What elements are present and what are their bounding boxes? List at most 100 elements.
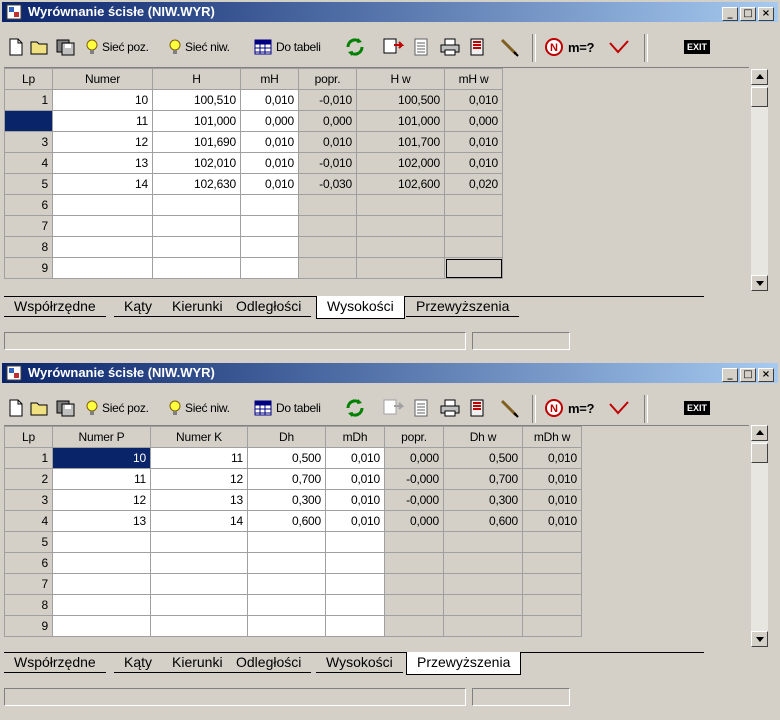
tab-5[interactable]: Przewyższenia [406,296,520,317]
north-button[interactable]: N [544,395,564,421]
north-button[interactable]: N [544,34,564,60]
row-number[interactable]: 7 [4,573,53,595]
column-header[interactable]: Lp [4,68,53,90]
grid-cell[interactable] [522,573,582,595]
siec-niw-button[interactable]: Sieć niw. [169,395,230,421]
table-row[interactable]: 8 [4,236,503,258]
grid-cell[interactable]: 0,600 [443,510,523,532]
scroll-thumb[interactable] [751,87,768,107]
do-tabeli-button[interactable]: Do tabeli [254,34,321,60]
grid-cell[interactable]: 101,690 [152,131,241,153]
column-header[interactable]: Numer P [52,426,151,448]
refresh-button[interactable] [344,395,366,421]
exit-button[interactable]: EXIT [684,395,711,421]
grid-cell[interactable]: 0,010 [325,510,385,532]
grid-cell[interactable]: 0,020 [444,173,503,195]
grid-cell[interactable]: 101,000 [152,110,241,132]
edit-button[interactable] [498,395,520,421]
maximize-button[interactable]: □ [740,7,756,21]
grid-cell[interactable]: 0,010 [240,173,299,195]
table-row[interactable]: 3 12 101,690 0,010 0,010 101,700 0,010 [4,131,503,153]
row-number[interactable]: 2 [4,468,53,490]
grid-cell[interactable]: 11 [52,468,151,490]
grid-cell[interactable] [325,594,385,616]
table-row[interactable]: 5 [4,531,582,553]
title-bar[interactable]: Wyrównanie ścisłe (NIW.WYR) _ □ × [2,2,778,22]
grid-cell[interactable] [384,594,444,616]
grid-cell[interactable]: 12 [52,489,151,511]
report-button[interactable] [470,395,484,421]
grid-cell[interactable] [443,552,523,574]
grid-cell[interactable]: 0,500 [247,447,326,469]
grid-cell[interactable] [247,573,326,595]
document-button[interactable] [414,395,428,421]
grid-cell[interactable] [52,531,151,553]
grid-cell[interactable] [298,257,357,279]
grid-cell[interactable]: 0,010 [522,510,582,532]
grid-cell[interactable]: 0,010 [444,131,503,153]
grid-cell[interactable] [152,257,241,279]
row-number[interactable]: 3 [4,131,53,153]
grid-cell[interactable] [150,573,248,595]
grid-cell[interactable] [52,615,151,637]
tab-0[interactable]: Współrzędne [4,296,106,317]
grid-cell[interactable]: 0,010 [522,447,582,469]
grid-cell[interactable]: 0,010 [522,468,582,490]
grid-cell[interactable] [152,215,241,237]
table-row[interactable]: 4 13 102,010 0,010 -0,010 102,000 0,010 [4,152,503,174]
grid-cell[interactable] [444,236,503,258]
tab-3[interactable]: Odległości [226,652,312,673]
grid-cell[interactable] [247,552,326,574]
grid-cell[interactable]: 14 [52,173,153,195]
grid-cell[interactable]: 101,700 [356,131,445,153]
table-row[interactable]: 8 [4,594,582,616]
table-row[interactable]: 2 11 101,000 0,000 0,000 101,000 0,000 [4,110,503,132]
grid-cell[interactable]: 0,010 [325,468,385,490]
grid-cell[interactable] [522,552,582,574]
grid-cell[interactable] [240,194,299,216]
table-row[interactable]: 7 [4,573,582,595]
column-header[interactable]: popr. [298,68,357,90]
grid-cell[interactable]: 11 [150,447,248,469]
tab-1[interactable]: Kąty [114,652,163,673]
export-button[interactable] [382,34,404,60]
grid-cell[interactable]: 0,010 [444,89,503,111]
grid-cell[interactable]: 12 [52,131,153,153]
export-button[interactable] [382,395,404,421]
grid-cell[interactable]: 0,000 [444,110,503,132]
grid-cell[interactable] [150,552,248,574]
table-row[interactable]: 6 [4,552,582,574]
grid-cell[interactable]: -0,000 [384,489,444,511]
grid-cell[interactable]: 102,000 [356,152,445,174]
grid-cell[interactable] [247,531,326,553]
save-button[interactable] [56,34,76,60]
row-number[interactable]: 9 [4,615,53,637]
siec-poz-button[interactable]: Sieć poz. [86,34,149,60]
grid-cell[interactable]: 0,700 [247,468,326,490]
scroll-thumb[interactable] [751,443,768,463]
grid-cell[interactable]: 101,000 [356,110,445,132]
refresh-button[interactable] [344,34,366,60]
print-button[interactable] [440,395,460,421]
m-estimate-button[interactable]: m=? [568,34,595,60]
minimize-button[interactable]: _ [722,7,738,21]
tab-2[interactable]: Kierunki [162,652,233,673]
grid-cell[interactable]: -0,030 [298,173,357,195]
row-number[interactable]: 8 [4,594,53,616]
table-row[interactable]: 4 13 14 0,600 0,010 0,000 0,600 0,010 [4,510,582,532]
grid-cell[interactable] [356,215,445,237]
row-number[interactable]: 4 [4,152,53,174]
new-button[interactable] [8,395,24,421]
row-number[interactable]: 6 [4,194,53,216]
accept-button[interactable] [608,395,630,421]
grid-cell[interactable]: 102,010 [152,152,241,174]
column-header[interactable]: mDh w [522,426,582,448]
grid-cell[interactable]: 0,300 [247,489,326,511]
grid-cell[interactable] [444,215,503,237]
grid-cell[interactable]: 0,010 [240,89,299,111]
column-header[interactable]: H [152,68,241,90]
grid-cell[interactable] [52,594,151,616]
column-header[interactable]: Dh [247,426,326,448]
save-button[interactable] [56,395,76,421]
grid-cell[interactable] [444,257,503,279]
